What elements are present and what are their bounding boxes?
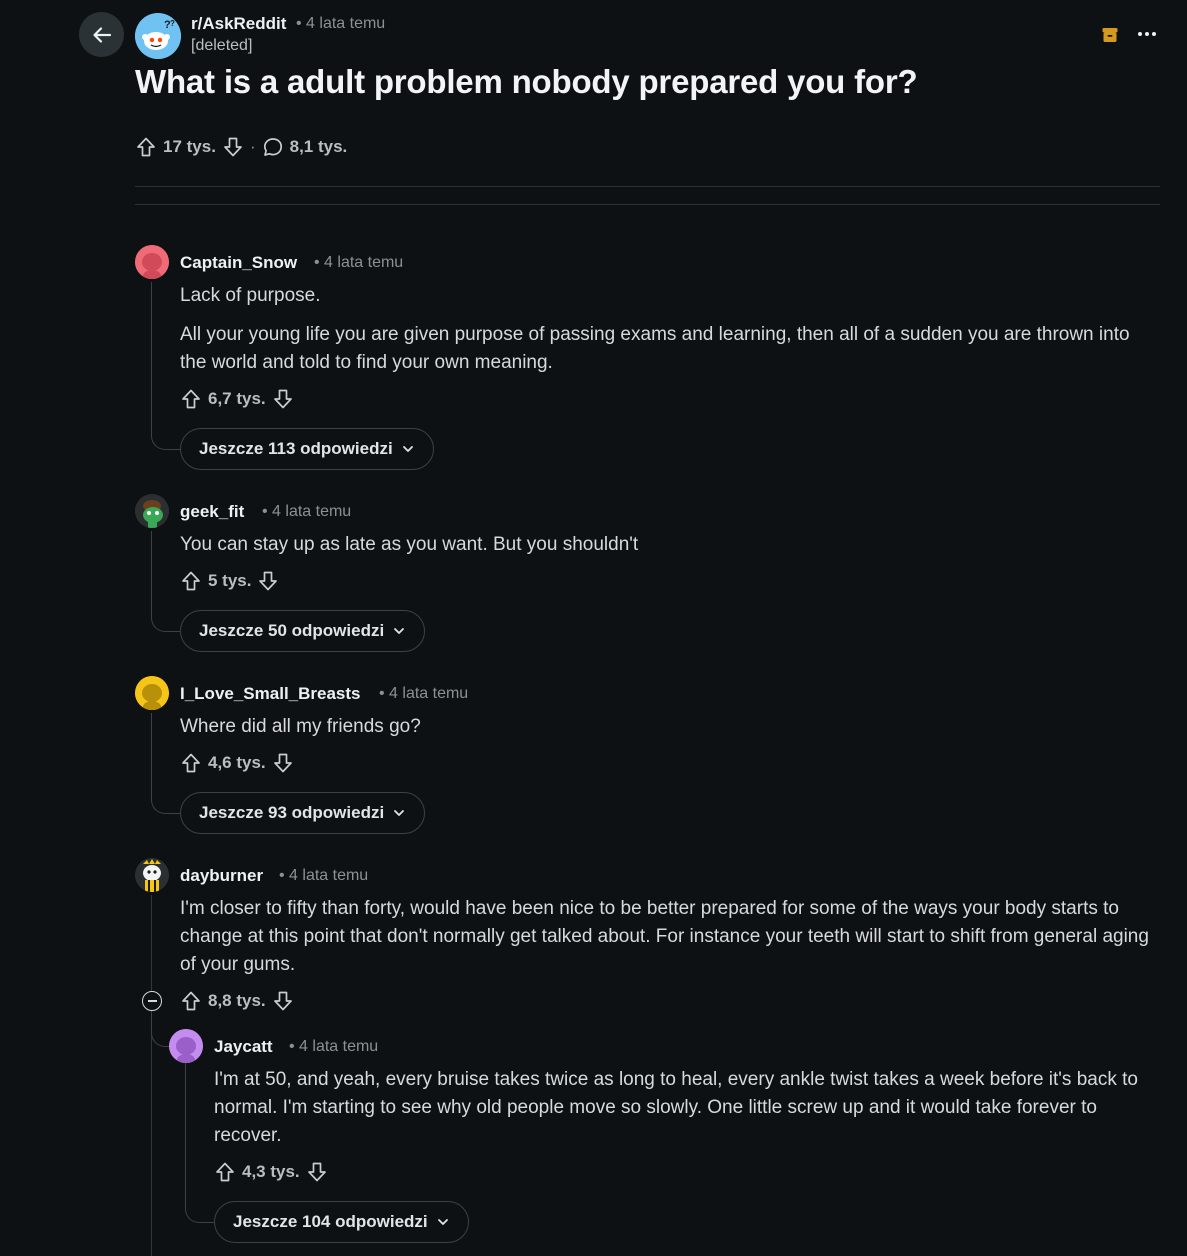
comment-text: All your young life you are given purpos…: [180, 324, 1130, 373]
comment-votes: 4,6 tys.: [180, 751, 294, 775]
comment-timestamp: • 4 lata temu: [279, 867, 369, 884]
post-author: [deleted]: [191, 37, 253, 54]
more-replies-label: Jeszcze 50 odpowiedzi: [199, 621, 385, 640]
downvote-icon[interactable]: [257, 570, 279, 592]
archive-icon[interactable]: [1101, 26, 1119, 44]
comment-text: You can stay up as late as you want. But…: [180, 534, 639, 555]
more-options-icon[interactable]: [1137, 30, 1157, 38]
chevron-down-icon: [394, 810, 405, 816]
chevron-down-icon: [394, 628, 405, 634]
user-avatar-icon: [135, 676, 169, 710]
thread-line: [151, 1011, 152, 1256]
avatar[interactable]: [135, 245, 169, 279]
divider: [135, 204, 1160, 205]
comment-author[interactable]: dayburner: [180, 866, 263, 886]
thread-connector: [151, 1011, 170, 1047]
comment-author[interactable]: Jaycatt: [214, 1037, 273, 1057]
vote-count: 5 tys.: [208, 571, 252, 590]
user-avatar-icon: [135, 858, 169, 892]
avatar[interactable]: [169, 1029, 203, 1063]
vote-count: 4,3 tys.: [242, 1162, 300, 1181]
vote-count: 6,7 tys.: [208, 389, 266, 408]
comment-votes: 6,7 tys.: [180, 387, 294, 411]
post-stats: 17 tys. · 8,1 tys.: [135, 135, 347, 159]
chevron-down-icon: [402, 446, 413, 452]
comment-timestamp: • 4 lata temu: [289, 1038, 379, 1055]
thread-line: [151, 531, 180, 632]
avatar[interactable]: [135, 676, 169, 710]
user-avatar-icon: [135, 494, 169, 528]
vote-count: 4,6 tys.: [208, 753, 266, 772]
more-replies-button[interactable]: Jeszcze 113 odpowiedzi: [180, 428, 434, 470]
post-timestamp: • 4 lata temu: [296, 15, 386, 32]
downvote-icon[interactable]: [272, 990, 294, 1012]
comment-author[interactable]: I_Love_Small_Breasts: [180, 684, 361, 704]
upvote-icon[interactable]: [180, 570, 202, 592]
comment-text: Where did all my friends go?: [180, 716, 421, 737]
post-upvote-count: 17 tys.: [163, 137, 216, 156]
more-replies-button[interactable]: Jeszcze 104 odpowiedzi: [214, 1201, 469, 1243]
upvote-icon[interactable]: [180, 990, 202, 1012]
more-replies-label: Jeszcze 104 odpowiedzi: [233, 1212, 428, 1231]
thread-line: [151, 713, 180, 814]
snoo-icon: ? ?: [135, 13, 181, 59]
comment-timestamp: • 4 lata temu: [379, 685, 469, 702]
more-replies-label: Jeszcze 113 odpowiedzi: [199, 439, 393, 458]
upvote-icon[interactable]: [180, 752, 202, 774]
stats-separator: ·: [249, 137, 256, 156]
upvote-icon[interactable]: [214, 1161, 236, 1183]
comment-icon[interactable]: [262, 136, 284, 158]
post-comment-count: 8,1 tys.: [289, 137, 348, 156]
comment-votes: 5 tys.: [180, 569, 279, 593]
chevron-down-icon: [437, 1219, 448, 1225]
more-replies-button[interactable]: Jeszcze 50 odpowiedzi: [180, 610, 426, 652]
svg-text:?: ?: [170, 19, 175, 28]
comment-timestamp: • 4 lata temu: [262, 503, 352, 520]
subreddit-link[interactable]: r/AskReddit: [191, 14, 286, 34]
downvote-icon[interactable]: [306, 1161, 328, 1183]
avatar[interactable]: [135, 494, 169, 528]
minus-circle-icon[interactable]: [142, 991, 162, 1011]
comment-text: I'm at 50, and yeah, every bruise takes …: [214, 1069, 1138, 1146]
user-avatar-icon: [169, 1029, 203, 1063]
thread-line: [151, 282, 180, 450]
comment-author[interactable]: geek_fit: [180, 502, 244, 522]
comment-timestamp: • 4 lata temu: [314, 254, 404, 271]
more-replies-label: Jeszcze 93 odpowiedzi: [199, 803, 385, 822]
comment-votes: 4,3 tys.: [214, 1160, 328, 1184]
more-replies-button[interactable]: Jeszcze 93 odpowiedzi: [180, 792, 426, 834]
comment-text: I'm closer to fifty than forty, would ha…: [180, 898, 1149, 975]
vote-count: 8,8 tys.: [208, 991, 266, 1010]
thread-line: [151, 895, 152, 991]
upvote-icon[interactable]: [135, 136, 157, 158]
upvote-icon[interactable]: [180, 388, 202, 410]
comment-text: Lack of purpose.: [180, 285, 321, 306]
avatar[interactable]: [135, 858, 169, 892]
downvote-icon[interactable]: [272, 752, 294, 774]
arrow-left-icon: [92, 26, 111, 43]
divider: [135, 186, 1160, 187]
back-button[interactable]: [79, 12, 124, 57]
downvote-icon[interactable]: [272, 388, 294, 410]
downvote-icon[interactable]: [222, 136, 244, 158]
comment-author[interactable]: Captain_Snow: [180, 253, 297, 273]
post-title: What is a adult problem nobody prepared …: [135, 63, 918, 100]
thread-line: [185, 1063, 214, 1223]
user-avatar-icon: [135, 245, 169, 279]
subreddit-avatar[interactable]: ? ?: [135, 13, 181, 59]
comment-votes: 8,8 tys.: [180, 989, 294, 1013]
